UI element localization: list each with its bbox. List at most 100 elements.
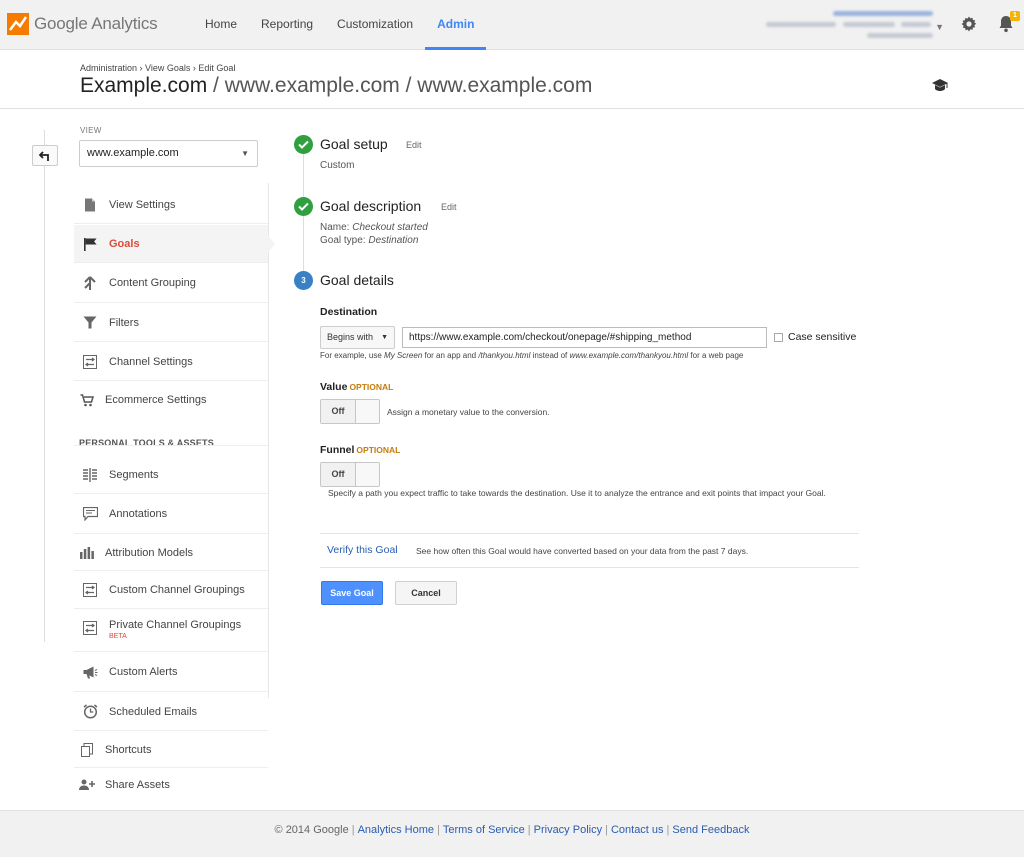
sidebar-item-ecommerce-settings[interactable]: Ecommerce Settings (74, 382, 268, 418)
footer-separator: | (351, 824, 355, 836)
goal-name-summary: Name: Checkout started (320, 222, 428, 233)
sidebar-item-label: Channel Settings (109, 355, 193, 368)
google-analytics-logo[interactable]: Google Analytics (7, 13, 158, 35)
hint-example: My Screen (384, 351, 423, 360)
checkmark-icon (298, 202, 309, 211)
shortcut-icon (77, 741, 97, 759)
footer-link-terms[interactable]: Terms of Service (443, 824, 525, 836)
back-button[interactable] (32, 145, 58, 166)
page-title: Example.com / www.example.com / www.exam… (80, 74, 592, 98)
case-sensitive-checkbox[interactable] (774, 333, 783, 342)
step-complete-badge (294, 135, 313, 154)
funnel-label: Funnel OPTIONAL (320, 444, 400, 456)
case-sensitive-label: Case sensitive (788, 331, 857, 343)
top-bar: Google Analytics Home Reporting Customiz… (0, 0, 1024, 50)
gear-icon[interactable] (961, 16, 977, 32)
value-description: Assign a monetary value to the conversio… (387, 407, 550, 417)
footer-link-contact[interactable]: Contact us (611, 824, 664, 836)
hint-text: for a web page (688, 351, 744, 360)
sidebar-item-share-assets[interactable]: Share Assets (74, 768, 268, 802)
destination-url-input[interactable] (402, 327, 767, 348)
sidebar-item-label: Segments (109, 468, 159, 481)
verify-goal-link[interactable]: Verify this Goal (327, 544, 398, 556)
footer-separator: | (527, 824, 531, 836)
sidebar-item-label: Goals (109, 237, 140, 250)
step-title-goal-description: Goal description (320, 198, 422, 214)
save-goal-button[interactable]: Save Goal (321, 581, 383, 605)
nav-admin[interactable]: Admin (425, 0, 487, 50)
sidebar-item-label: Ecommerce Settings (105, 394, 207, 406)
toggle-state: Off (321, 400, 355, 423)
sidebar-item-channel-settings[interactable]: Channel Settings (74, 343, 268, 381)
funnel-toggle[interactable]: Off (320, 462, 380, 487)
sidebar-item-custom-alerts[interactable]: Custom Alerts (74, 653, 268, 692)
nav-customization[interactable]: Customization (325, 0, 425, 50)
sidebar-item-private-channel-groupings[interactable]: Private Channel Groupings BETA (74, 610, 268, 652)
sidebar-item-attribution-models[interactable]: Attribution Models (74, 535, 268, 571)
goal-setup-summary: Custom (320, 160, 355, 171)
funnel-label-text: Funnel (320, 444, 355, 456)
view-select[interactable]: www.example.com ▼ (79, 140, 258, 167)
section-divider (74, 445, 268, 446)
channel-grouping-icon (80, 619, 100, 637)
toggle-knob (355, 400, 379, 423)
header-divider (0, 108, 1024, 109)
sidebar-item-content-grouping[interactable]: Content Grouping (74, 264, 268, 303)
match-type-select[interactable]: Begins with ▼ (320, 326, 395, 349)
step-title-goal-setup: Goal setup (320, 136, 388, 152)
step-connector (303, 153, 304, 198)
verify-divider-bottom (320, 567, 859, 568)
match-type-value: Begins with (327, 332, 374, 342)
analytics-logo-icon (7, 13, 29, 35)
step-number-badge: 3 (294, 271, 313, 290)
clock-icon (80, 703, 100, 721)
sidebar-item-label: Attribution Models (105, 546, 194, 559)
sidebar-item-segments[interactable]: Segments (74, 456, 268, 494)
sidebar-item-custom-channel-groupings[interactable]: Custom Channel Groupings (74, 571, 268, 609)
toggle-state: Off (321, 463, 355, 486)
funnel-description: Specify a path you expect traffic to tak… (328, 488, 826, 498)
sidebar-divider (268, 183, 269, 698)
edit-goal-description-link[interactable]: Edit (441, 202, 457, 212)
verify-description: See how often this Goal would have conve… (416, 546, 749, 556)
footer-link-analytics-home[interactable]: Analytics Home (358, 824, 434, 836)
optional-tag: OPTIONAL (356, 445, 401, 455)
goal-type-label: Goal type: (320, 235, 369, 246)
goal-name-label: Name: (320, 222, 353, 233)
chevron-down-icon: ▼ (381, 334, 388, 341)
footer-separator: | (436, 824, 440, 836)
content-grouping-icon (80, 274, 100, 292)
account-switcher[interactable] (761, 10, 936, 40)
sidebar-item-filters[interactable]: Filters (74, 304, 268, 342)
breadcrumb-view-goals[interactable]: View Goals (145, 63, 190, 73)
sidebar-item-scheduled-emails[interactable]: Scheduled Emails (74, 693, 268, 731)
hint-text: instead of (530, 351, 570, 360)
account-caret-icon[interactable]: ▼ (935, 22, 944, 32)
breadcrumb: Administration › View Goals › Edit Goal (80, 63, 235, 73)
footer-separator: | (605, 824, 608, 836)
sidebar-item-text: Private Channel Groupings BETA (109, 619, 241, 640)
footer-link-feedback[interactable]: Send Feedback (672, 824, 749, 836)
nav-home[interactable]: Home (193, 0, 249, 50)
value-label-text: Value (320, 381, 348, 393)
verify-divider-top (320, 533, 859, 534)
value-label: Value OPTIONAL (320, 381, 393, 393)
footer-link-privacy[interactable]: Privacy Policy (534, 824, 602, 836)
value-toggle[interactable]: Off (320, 399, 380, 424)
sidebar-item-shortcuts[interactable]: Shortcuts (74, 732, 268, 768)
edit-goal-setup-link[interactable]: Edit (406, 140, 422, 150)
breadcrumb-administration[interactable]: Administration (80, 63, 137, 73)
sidebar-item-goals[interactable]: Goals (74, 225, 268, 263)
sidebar-item-view-settings[interactable]: View Settings (74, 186, 268, 224)
cancel-button[interactable]: Cancel (395, 581, 457, 605)
graduation-cap-icon[interactable] (931, 78, 949, 92)
nav-reporting[interactable]: Reporting (249, 0, 325, 50)
channel-settings-icon (80, 353, 100, 371)
sidebar-item-annotations[interactable]: Annotations (74, 495, 268, 534)
sidebar-item-label: Shortcuts (105, 743, 152, 756)
sidebar-item-label: Custom Alerts (109, 666, 178, 678)
step-title-goal-details: Goal details (320, 272, 394, 288)
view-select-value: www.example.com (87, 147, 179, 159)
footer-separator: | (666, 824, 670, 836)
sidebar-item-label: Share Assets (105, 779, 170, 791)
